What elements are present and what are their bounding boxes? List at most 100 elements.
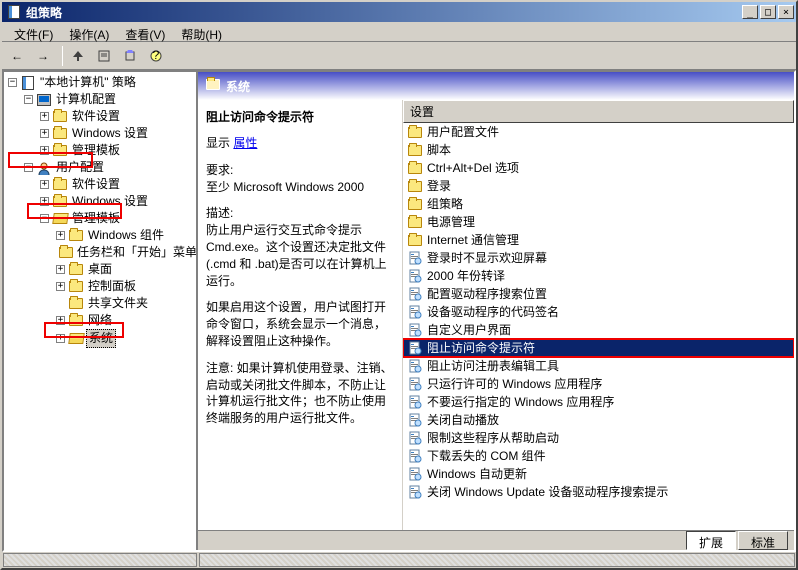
list-item[interactable]: 自定义用户界面 [403,321,794,339]
list-item[interactable]: 2000 年份转译 [403,267,794,285]
close-button[interactable]: × [778,5,794,19]
header-title: 系统 [226,78,250,95]
list-item[interactable]: 不要运行指定的 Windows 应用程序 [403,393,794,411]
list-item[interactable]: 关闭自动播放 [403,411,794,429]
up-button[interactable] [67,45,89,67]
list-item[interactable]: 组策略 [403,195,794,213]
properties-link[interactable]: 属性 [233,136,257,150]
list-item-label: 不要运行指定的 Windows 应用程序 [427,394,614,410]
folder-icon [407,160,423,176]
settings-list-pane[interactable]: 设置 用户配置文件脚本Ctrl+Alt+Del 选项登录组策略电源管理 Inter… [402,100,794,530]
folder-icon [407,214,423,230]
tab-extended[interactable]: 扩展 [686,531,736,550]
tab-standard[interactable]: 标准 [738,531,788,550]
setting-icon [407,412,423,428]
description-pane: 阻止访问命令提示符 显示 属性 要求:至少 Microsoft Windows … [198,100,402,530]
req-label: 要求: [206,162,394,179]
setting-icon [407,286,423,302]
menu-help[interactable]: 帮助(H) [173,24,230,39]
folder-icon [407,178,423,194]
menu-file[interactable]: 文件(F) [6,24,61,39]
list-item-selected[interactable]: 阻止访问命令提示符 [403,339,794,357]
separator [62,46,63,66]
folder-icon [68,280,84,294]
header-bar: 系统 [198,72,794,100]
list-item[interactable]: 登录时不显示欢迎屏幕 [403,249,794,267]
folder-open-icon [52,212,68,226]
list-item-label: Windows 自动更新 [427,466,527,482]
maximize-button[interactable]: □ [760,5,776,19]
folder-icon [52,195,68,209]
folder-icon [68,297,84,311]
list-item-label: 脚本 [427,142,451,158]
list-item[interactable]: 用户配置文件 [403,123,794,141]
menu-view[interactable]: 查看(V) [117,24,173,39]
tree-desktop[interactable]: +桌面 [56,261,194,278]
list-item-label: 下载丢失的 COM 组件 [427,448,546,464]
list-item-label: 限制这些程序从帮助启动 [427,430,559,446]
column-header-settings[interactable]: 设置 [403,100,794,123]
tree-windows-settings[interactable]: +Windows 设置 [40,125,194,142]
tree-system[interactable]: +系统 [56,329,194,348]
policy-tree[interactable]: −"本地计算机" 策略 −计算机配置 +软件设置 +Windows 设置 +管理… [6,74,194,348]
tree-windows-components[interactable]: +Windows 组件 [56,227,194,244]
help-button[interactable]: ? [145,45,167,67]
list-item-label: 只运行许可的 Windows 应用程序 [427,376,602,392]
folder-icon [206,79,220,93]
menu-action[interactable]: 操作(A) [61,24,117,39]
show-label: 显示 [206,136,230,150]
folder-icon [52,178,68,192]
desc-p2: 如果启用这个设置，用户试图打开命令窗口，系统会显示一个消息，解释设置阻止这种操作… [206,299,394,349]
tree-user-config[interactable]: −用户配置 +软件设置 +Windows 设置 −管理模板 +Windows 组… [24,159,194,348]
right-pane: 系统 阻止访问命令提示符 显示 属性 要求:至少 Microsoft Windo… [198,72,794,550]
tree-shared-folders[interactable]: 共享文件夹 [56,295,194,312]
list-item[interactable]: 登录 [403,177,794,195]
tree-network[interactable]: +网络 [56,312,194,329]
folder-icon [68,314,84,328]
list-item[interactable]: Windows 自动更新 [403,465,794,483]
tree-pane[interactable]: −"本地计算机" 策略 −计算机配置 +软件设置 +Windows 设置 +管理… [4,72,198,550]
titlebar[interactable]: 组策略 _ □ × [2,2,796,22]
tree-taskbar[interactable]: 任务栏和「开始」菜单 [56,244,194,261]
detail-hscrollbar[interactable] [199,553,795,567]
properties-button[interactable] [93,45,115,67]
folder-icon [52,110,68,124]
list-item[interactable]: 阻止访问注册表编辑工具 [403,357,794,375]
setting-icon [407,484,423,500]
list-item[interactable]: 配置驱动程序搜索位置 [403,285,794,303]
list-item[interactable]: 电源管理 [403,213,794,231]
tree-windows-settings-u[interactable]: +Windows 设置 [40,193,194,210]
list-item[interactable]: Internet 通信管理 [403,231,794,249]
desc-label: 描述: [206,205,394,222]
list-item[interactable]: 限制这些程序从帮助启动 [403,429,794,447]
list-item[interactable]: 只运行许可的 Windows 应用程序 [403,375,794,393]
list-item-label: 电源管理 [427,214,475,230]
list-item[interactable]: 脚本 [403,141,794,159]
tree-root[interactable]: −"本地计算机" 策略 −计算机配置 +软件设置 +Windows 设置 +管理… [8,74,194,348]
list-item[interactable]: 设备驱动程序的代码签名 [403,303,794,321]
tree-admin-templates[interactable]: +管理模板 [40,142,194,159]
list-item-label: Internet 通信管理 [427,232,519,248]
minimize-button[interactable]: _ [742,5,758,19]
req-value: 至少 Microsoft Windows 2000 [206,179,394,196]
tree-hscrollbar[interactable] [3,553,197,567]
folder-icon [52,127,68,141]
tree-software-settings[interactable]: +软件设置 [40,108,194,125]
back-button[interactable]: ← [6,45,28,67]
tree-control-panel[interactable]: +控制面板 [56,278,194,295]
forward-button[interactable]: → [32,45,54,67]
setting-icon [407,304,423,320]
list-item[interactable]: 下载丢失的 COM 组件 [403,447,794,465]
list-item[interactable]: 关闭 Windows Update 设备驱动程序搜索提示 [403,483,794,501]
content-area: −"本地计算机" 策略 −计算机配置 +软件设置 +Windows 设置 +管理… [2,70,796,552]
setting-icon [407,268,423,284]
settings-list: 用户配置文件脚本Ctrl+Alt+Del 选项登录组策略电源管理 Internet… [403,123,794,501]
tree-software-settings-u[interactable]: +软件设置 [40,176,194,193]
tree-computer-config[interactable]: −计算机配置 +软件设置 +Windows 设置 +管理模板 [24,91,194,159]
tree-admin-templates-u[interactable]: −管理模板 +Windows 组件 任务栏和「开始」菜单 +桌面 +控制面板 共… [40,210,194,348]
menubar: 文件(F) 操作(A) 查看(V) 帮助(H) [2,22,796,42]
svg-text:?: ? [153,49,160,62]
list-item[interactable]: Ctrl+Alt+Del 选项 [403,159,794,177]
setting-icon [407,376,423,392]
export-button[interactable] [119,45,141,67]
